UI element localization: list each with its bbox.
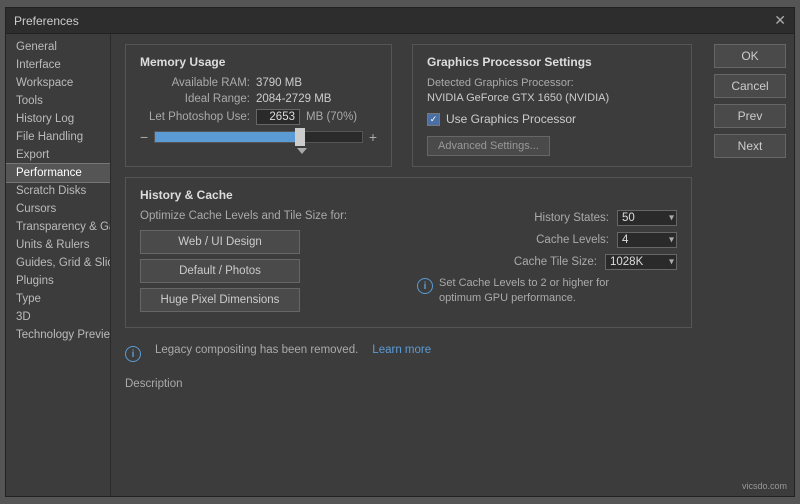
- gpu-info-icon: i: [417, 278, 433, 294]
- cache-tile-select[interactable]: 1028K: [605, 254, 677, 270]
- sidebar-item-interface[interactable]: Interface: [6, 56, 110, 74]
- available-ram-label: Available RAM:: [140, 77, 250, 89]
- use-gpu-label: Use Graphics Processor: [446, 112, 576, 126]
- main-content: Memory Usage Available RAM: 3790 MB Idea…: [111, 34, 706, 496]
- gpu-info-text: Set Cache Levels to 2 or higher foroptim…: [439, 276, 609, 307]
- memory-section: Memory Usage Available RAM: 3790 MB Idea…: [125, 44, 392, 167]
- slider-thumb[interactable]: [295, 128, 305, 146]
- slider-tick: [297, 148, 307, 154]
- sidebar-item-workspace[interactable]: Workspace: [6, 74, 110, 92]
- let-use-label: Let Photoshop Use:: [140, 111, 250, 123]
- prev-button[interactable]: Prev: [714, 104, 786, 128]
- sidebar-item-export[interactable]: Export: [6, 146, 110, 164]
- cache-right: History States: 50 Cache Levels: 4: [417, 188, 677, 317]
- sidebar-item-type[interactable]: Type: [6, 290, 110, 308]
- cache-left: History & Cache Optimize Cache Levels an…: [140, 188, 401, 317]
- advanced-settings-button[interactable]: Advanced Settings...: [427, 136, 550, 156]
- cache-levels-label: Cache Levels:: [536, 234, 609, 246]
- sidebar-item-units-rulers[interactable]: Units & Rulers: [6, 236, 110, 254]
- title-bar: Preferences ✕: [6, 8, 794, 34]
- watermark: vicsdo.com: [742, 481, 787, 491]
- history-states-label: History States:: [534, 212, 609, 224]
- right-buttons-panel: OK Cancel Prev Next: [706, 34, 794, 496]
- detected-gpu-value: NVIDIA GeForce GTX 1650 (NVIDIA): [427, 92, 677, 104]
- gpu-section: Graphics Processor Settings Detected Gra…: [412, 44, 692, 167]
- slider-fill: [155, 132, 300, 142]
- mb-percent-label: MB (70%): [306, 111, 357, 123]
- cache-tile-select-wrapper[interactable]: 1028K: [605, 254, 677, 270]
- ok-button[interactable]: OK: [714, 44, 786, 68]
- learn-more-link[interactable]: Learn more: [372, 344, 431, 356]
- memory-slider[interactable]: [154, 131, 363, 143]
- sidebar: General Interface Workspace Tools Histor…: [6, 34, 111, 496]
- detected-gpu-label: Detected Graphics Processor:: [427, 77, 677, 89]
- sidebar-item-cursors[interactable]: Cursors: [6, 200, 110, 218]
- web-ui-design-button[interactable]: Web / UI Design: [140, 230, 300, 254]
- checkbox-check-icon: ✓: [430, 114, 438, 125]
- memory-title: Memory Usage: [140, 55, 377, 69]
- history-cache-section: History & Cache Optimize Cache Levels an…: [125, 177, 692, 328]
- sidebar-item-history-log[interactable]: History Log: [6, 110, 110, 128]
- dialog-title: Preferences: [14, 14, 79, 28]
- sidebar-item-general[interactable]: General: [6, 38, 110, 56]
- available-ram-value: 3790 MB: [256, 77, 302, 89]
- photoshop-use-input[interactable]: 2653: [256, 109, 300, 125]
- description-label: Description: [125, 378, 183, 390]
- use-gpu-checkbox[interactable]: ✓: [427, 113, 440, 126]
- default-photos-button[interactable]: Default / Photos: [140, 259, 300, 283]
- slider-minus-icon[interactable]: −: [140, 129, 148, 145]
- cancel-button[interactable]: Cancel: [714, 74, 786, 98]
- huge-pixel-button[interactable]: Huge Pixel Dimensions: [140, 288, 300, 312]
- history-states-select[interactable]: 50: [617, 210, 677, 226]
- gpu-title: Graphics Processor Settings: [427, 55, 677, 69]
- use-gpu-row[interactable]: ✓ Use Graphics Processor: [427, 112, 677, 126]
- sidebar-item-3d[interactable]: 3D: [6, 308, 110, 326]
- cache-levels-select[interactable]: 4: [617, 232, 677, 248]
- legacy-info-icon: i: [125, 346, 141, 362]
- optimize-label: Optimize Cache Levels and Tile Size for:: [140, 210, 401, 222]
- cache-tile-label: Cache Tile Size:: [514, 256, 597, 268]
- sidebar-item-scratch-disks[interactable]: Scratch Disks: [6, 182, 110, 200]
- history-states-select-wrapper[interactable]: 50: [617, 210, 677, 226]
- legacy-text: Legacy compositing has been removed.: [155, 344, 358, 356]
- sidebar-item-tools[interactable]: Tools: [6, 92, 110, 110]
- history-cache-title: History & Cache: [140, 188, 401, 202]
- ideal-range-value: 2084-2729 MB: [256, 93, 331, 105]
- sidebar-item-plugins[interactable]: Plugins: [6, 272, 110, 290]
- slider-plus-icon[interactable]: +: [369, 129, 377, 145]
- next-button[interactable]: Next: [714, 134, 786, 158]
- legacy-row: i Legacy compositing has been removed. L…: [125, 344, 692, 362]
- sidebar-item-tech-previews[interactable]: Technology Previews: [6, 326, 110, 344]
- cache-levels-select-wrapper[interactable]: 4: [617, 232, 677, 248]
- sidebar-item-file-handling[interactable]: File Handling: [6, 128, 110, 146]
- sidebar-item-guides-grid-slices[interactable]: Guides, Grid & Slices: [6, 254, 110, 272]
- ideal-range-label: Ideal Range:: [140, 93, 250, 105]
- sidebar-item-performance[interactable]: Performance: [6, 164, 110, 182]
- close-button[interactable]: ✕: [774, 12, 786, 29]
- sidebar-item-transparency-gamut[interactable]: Transparency & Gamut: [6, 218, 110, 236]
